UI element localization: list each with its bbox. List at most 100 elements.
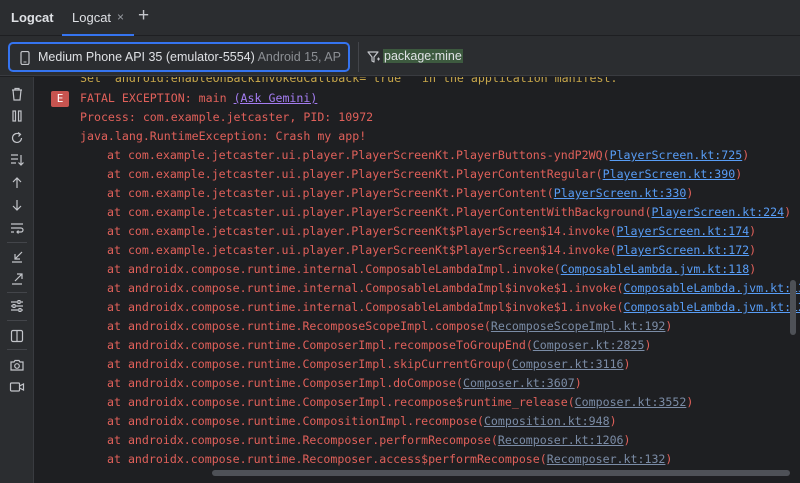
log-line: java.lang.RuntimeException: Crash my app… [80, 129, 367, 143]
up-arrow-icon[interactable] [9, 175, 25, 191]
frame-paren: ) [623, 357, 631, 371]
source-link[interactable]: Recomposer.kt:1206 [498, 433, 624, 447]
frame-paren: ( [504, 357, 512, 371]
frame-text: at androidx.compose.runtime.ComposerImpl… [107, 357, 505, 371]
tab-bar: Logcat Logcat × + [0, 0, 800, 36]
frame-paren: ( [546, 186, 554, 200]
horizontal-scrollbar[interactable] [212, 470, 790, 476]
down-arrow-icon[interactable] [9, 197, 25, 213]
source-link[interactable]: PlayerScreen.kt:330 [554, 186, 687, 200]
frame-text: at com.example.jetcaster.ui.player.Playe… [107, 186, 457, 200]
stack-frame: at androidx.compose.runtime.Recomposer.a… [107, 450, 672, 467]
frame-text: at androidx.compose.runtime.Recomposer.p… [107, 433, 491, 447]
log-line: Set `android:enableOnBackInvokedCallback… [80, 77, 618, 85]
screen-record-icon[interactable] [9, 379, 25, 395]
toolbar-separator [7, 242, 27, 243]
split-panels-icon[interactable] [9, 328, 25, 344]
soft-wrap-icon[interactable] [9, 220, 25, 236]
phone-icon [20, 51, 30, 65]
filter-icon [367, 51, 380, 63]
source-link[interactable]: Composer.kt:3552 [575, 395, 687, 409]
settings-icon[interactable] [9, 298, 25, 314]
close-icon[interactable]: × [117, 10, 124, 24]
frame-method: PlayerButtons-yndP2WQ [456, 148, 603, 162]
frame-paren: ) [749, 224, 757, 238]
stack-frame: at androidx.compose.runtime.RecomposeSco… [107, 317, 672, 336]
screenshot-icon[interactable] [9, 357, 25, 373]
frame-text: at androidx.compose.runtime.ComposerImpl… [107, 395, 568, 409]
source-link[interactable]: RecomposeScopeImpl.kt:192 [491, 319, 666, 333]
source-link[interactable]: Composition.kt:948 [484, 414, 610, 428]
stack-frame: at androidx.compose.runtime.internal.Com… [107, 279, 800, 298]
trash-icon[interactable] [9, 86, 25, 102]
frame-text: at com.example.jetcaster.ui.player.Playe… [107, 148, 457, 162]
stack-frame: at androidx.compose.runtime.internal.Com… [107, 298, 800, 317]
scroll-to-end-icon[interactable] [9, 152, 25, 168]
source-link[interactable]: PlayerScreen.kt:390 [603, 167, 736, 181]
frame-paren: ) [686, 186, 694, 200]
frame-method: PlayerContentRegular [456, 167, 596, 181]
log-output[interactable]: Set `android:enableOnBackInvokedCallback… [35, 77, 800, 467]
frame-paren: ) [735, 167, 743, 181]
frame-text: at com.example.jetcaster.ui.player.Playe… [107, 243, 610, 257]
frame-method: PlayerContentWithBackground [456, 205, 645, 219]
source-link[interactable]: Composer.kt:3607 [463, 376, 575, 390]
frame-paren: ( [609, 243, 617, 257]
pause-icon[interactable] [9, 108, 25, 124]
toolbar-separator [7, 349, 27, 350]
stack-frame: at androidx.compose.runtime.Recomposer.p… [107, 431, 631, 450]
source-link[interactable]: Composer.kt:2825 [533, 338, 645, 352]
source-link[interactable]: Composer.kt:3116 [512, 357, 624, 371]
frame-paren: ( [602, 148, 610, 162]
frame-text: at androidx.compose.runtime.internal.Com… [107, 262, 554, 276]
source-link[interactable]: PlayerScreen.kt:172 [617, 243, 750, 257]
source-link[interactable]: ComposableLambda.jvm.kt:129 [624, 300, 800, 314]
logcat-toolbar [0, 77, 34, 483]
source-link[interactable]: PlayerScreen.kt:224 [651, 205, 784, 219]
tool-window-title: Logcat [11, 10, 54, 25]
filter-bar: Medium Phone API 35 (emulator-5554) Andr… [0, 36, 800, 76]
vertical-scrollbar[interactable] [790, 280, 796, 335]
frame-paren: ) [665, 319, 673, 333]
fatal-exception-text: FATAL EXCEPTION: main [80, 91, 227, 105]
frame-paren: ( [490, 433, 498, 447]
frame-text: at androidx.compose.runtime.Recomposer.a… [107, 452, 540, 466]
source-link[interactable]: PlayerScreen.kt:725 [610, 148, 743, 162]
tab-logcat[interactable]: Logcat × [62, 0, 134, 36]
frame-text: at com.example.jetcaster.ui.player.Playe… [107, 205, 457, 219]
device-name-text: Medium Phone API 35 (emulator-5554) [38, 50, 255, 64]
ask-gemini-link[interactable]: (Ask Gemini) [234, 91, 318, 105]
frame-paren: ) [749, 262, 757, 276]
frame-paren: ( [456, 376, 463, 390]
collapse-icon[interactable] [9, 249, 25, 265]
frame-paren: ( [476, 414, 484, 428]
stack-frame: at com.example.jetcaster.ui.player.Playe… [107, 241, 756, 260]
frame-paren: ) [609, 414, 617, 428]
logcat-filter-input[interactable]: package:mine [358, 42, 800, 72]
frame-paren: ( [539, 452, 547, 466]
expand-icon[interactable] [9, 271, 25, 287]
add-tab-button[interactable]: + [138, 6, 149, 26]
source-link[interactable]: ComposableLambda.jvm.kt:118 [561, 262, 749, 276]
frame-paren: ) [623, 433, 631, 447]
frame-paren: ( [483, 319, 491, 333]
source-link[interactable]: ComposableLambda.jvm.kt:130 [624, 281, 800, 295]
stack-frame: at androidx.compose.runtime.ComposerImpl… [107, 374, 582, 393]
frame-text: at androidx.compose.runtime.RecomposeSco… [107, 319, 484, 333]
frame-paren: ) [742, 148, 750, 162]
frame-paren: ( [616, 300, 624, 314]
source-link[interactable]: Recomposer.kt:132 [547, 452, 666, 466]
filter-query: package:mine [383, 49, 463, 63]
restart-icon[interactable] [9, 130, 25, 146]
frame-text: at com.example.jetcaster.ui.player.Playe… [107, 224, 610, 238]
device-selector[interactable]: Medium Phone API 35 (emulator-5554) Andr… [8, 42, 350, 72]
frame-paren: ( [595, 167, 603, 181]
frame-paren: ( [525, 338, 533, 352]
frame-text: at com.example.jetcaster.ui.player.Playe… [107, 167, 457, 181]
frame-paren: ) [749, 243, 757, 257]
source-link[interactable]: PlayerScreen.kt:174 [617, 224, 750, 238]
frame-text: at androidx.compose.runtime.internal.Com… [107, 281, 617, 295]
error-level-badge: E [51, 91, 69, 107]
stack-frame: at androidx.compose.runtime.internal.Com… [107, 260, 756, 279]
stack-frame: at com.example.jetcaster.ui.player.Playe… [107, 146, 749, 165]
